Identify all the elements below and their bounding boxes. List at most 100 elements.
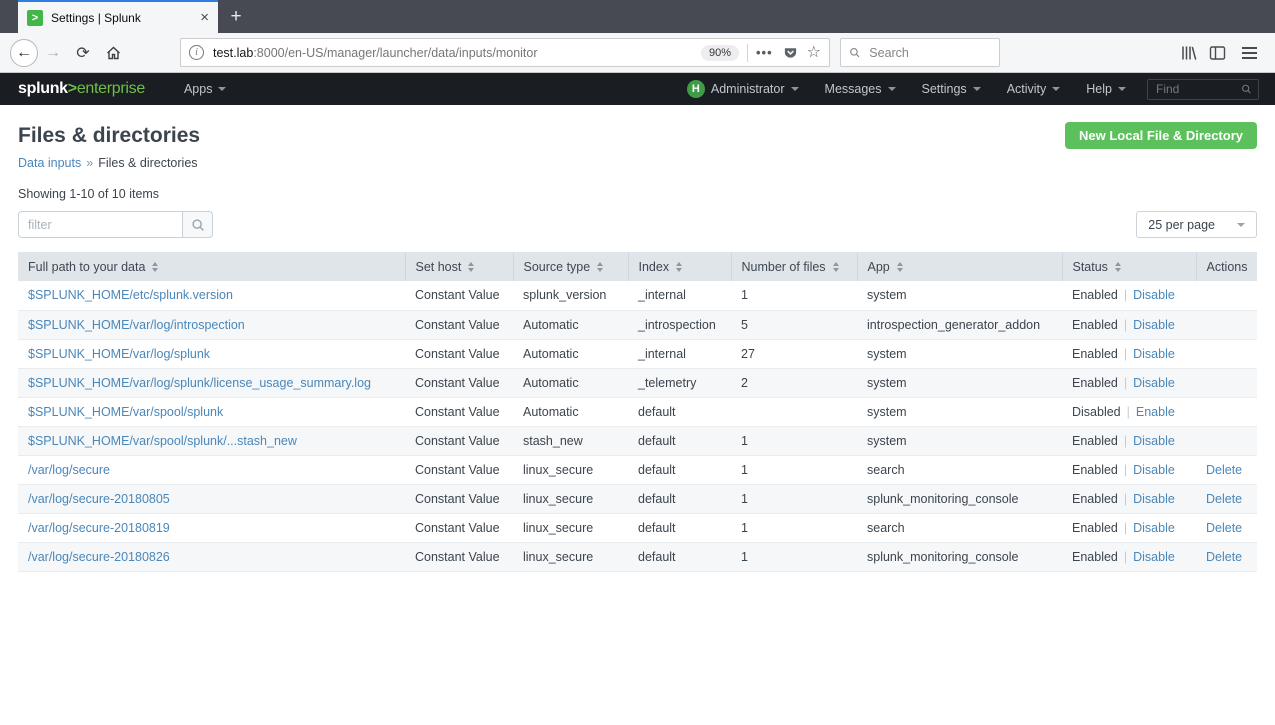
- input-path-link[interactable]: $SPLUNK_HOME/var/spool/splunk/...stash_n…: [28, 434, 297, 448]
- cell-set-host: Constant Value: [405, 542, 513, 571]
- status-toggle-link[interactable]: Disable: [1133, 550, 1175, 564]
- cell-actions: [1196, 397, 1257, 426]
- menu-apps[interactable]: Apps: [171, 73, 240, 105]
- url-bar[interactable]: i test.lab:8000/en-US/manager/launcher/d…: [180, 38, 830, 67]
- cell-number-of-files: 1: [731, 281, 857, 310]
- tab-close-icon[interactable]: ×: [200, 10, 209, 25]
- status-separator: |: [1124, 463, 1127, 477]
- delete-link[interactable]: Delete: [1206, 463, 1242, 477]
- filter-search-button[interactable]: [182, 211, 213, 238]
- cell-actions: Delete: [1196, 484, 1257, 513]
- sort-icon: [676, 262, 682, 272]
- col-header-index[interactable]: Index: [628, 252, 731, 281]
- chevron-down-icon: [1237, 223, 1245, 227]
- input-path-link[interactable]: $SPLUNK_HOME/var/log/splunk/license_usag…: [28, 376, 371, 390]
- bookmark-star-icon[interactable]: ☆: [807, 45, 821, 61]
- table-row: /var/log/secure-20180819 Constant Valueli…: [18, 513, 1257, 542]
- per-page-dropdown[interactable]: 25 per page: [1136, 211, 1257, 238]
- browser-search-input[interactable]: [867, 45, 991, 61]
- menu-activity[interactable]: Activity: [994, 73, 1074, 105]
- input-path-link[interactable]: $SPLUNK_HOME/var/log/splunk: [28, 347, 210, 361]
- browser-search-box[interactable]: [840, 38, 1000, 67]
- menu-settings[interactable]: Settings: [909, 73, 994, 105]
- col-header-source-type[interactable]: Source type: [513, 252, 628, 281]
- menu-hamburger-icon[interactable]: [1238, 43, 1261, 63]
- inputs-table-body: $SPLUNK_HOME/etc/splunk.version Constant …: [18, 281, 1257, 571]
- sort-up-arrow: [897, 262, 903, 266]
- input-path-link[interactable]: /var/log/secure-20180826: [28, 550, 170, 564]
- refresh-button[interactable]: ⟳: [68, 38, 98, 68]
- cell-actions: Delete: [1196, 513, 1257, 542]
- find-input[interactable]: [1154, 81, 1241, 97]
- status-toggle-link[interactable]: Disable: [1133, 318, 1175, 332]
- new-local-file-directory-button[interactable]: New Local File & Directory: [1065, 122, 1257, 149]
- col-header-number-of-files[interactable]: Number of files: [731, 252, 857, 281]
- chevron-down-icon: [888, 87, 896, 91]
- input-path-link[interactable]: /var/log/secure-20180805: [28, 492, 170, 506]
- status-toggle-link[interactable]: Disable: [1133, 347, 1175, 361]
- breadcrumb: Data inputs»Files & directories: [18, 156, 1257, 170]
- cell-source-type: linux_secure: [513, 542, 628, 571]
- input-path-link[interactable]: /var/log/secure: [28, 463, 110, 477]
- cell-index: default: [628, 513, 731, 542]
- status-text: Disabled: [1072, 405, 1121, 419]
- browser-tab[interactable]: > Settings | Splunk ×: [18, 0, 218, 33]
- input-path-link[interactable]: $SPLUNK_HOME/var/log/introspection: [28, 318, 245, 332]
- menu-help[interactable]: Help: [1073, 73, 1139, 105]
- find-box[interactable]: [1147, 79, 1259, 100]
- cell-actions: [1196, 426, 1257, 455]
- breadcrumb-data-inputs-link[interactable]: Data inputs: [18, 156, 81, 170]
- sort-down-arrow: [597, 268, 603, 272]
- cell-set-host: Constant Value: [405, 368, 513, 397]
- status-toggle-link[interactable]: Disable: [1133, 492, 1175, 506]
- status-toggle-link[interactable]: Disable: [1133, 521, 1175, 535]
- page-actions-icon[interactable]: •••: [756, 45, 773, 60]
- forward-button[interactable]: →: [38, 38, 68, 68]
- delete-link[interactable]: Delete: [1206, 550, 1242, 564]
- cell-number-of-files: 1: [731, 484, 857, 513]
- status-text: Enabled: [1072, 434, 1118, 448]
- status-toggle-link[interactable]: Enable: [1136, 405, 1175, 419]
- col-header-actions: Actions: [1196, 252, 1257, 281]
- splunk-logo[interactable]: splunk>enterprise: [18, 80, 145, 98]
- status-toggle-link[interactable]: Disable: [1133, 288, 1175, 302]
- col-header-app[interactable]: App: [857, 252, 1062, 281]
- input-path-link[interactable]: $SPLUNK_HOME/var/spool/splunk: [28, 405, 223, 419]
- home-button[interactable]: [98, 38, 128, 68]
- status-text: Enabled: [1072, 521, 1118, 535]
- cell-set-host: Constant Value: [405, 339, 513, 368]
- back-button[interactable]: ←: [10, 39, 38, 67]
- input-path-link[interactable]: /var/log/secure-20180819: [28, 521, 170, 535]
- filter-input[interactable]: [18, 211, 183, 238]
- col-header-label: Number of files: [742, 260, 826, 274]
- status-toggle-link[interactable]: Disable: [1133, 434, 1175, 448]
- cell-index: default: [628, 426, 731, 455]
- menu-administrator[interactable]: HAdministrator: [674, 73, 812, 105]
- sidebar-toggle-icon[interactable]: [1209, 45, 1226, 61]
- delete-link[interactable]: Delete: [1206, 521, 1242, 535]
- menu-messages[interactable]: Messages: [812, 73, 909, 105]
- input-path-link[interactable]: $SPLUNK_HOME/etc/splunk.version: [28, 288, 233, 302]
- status-toggle-link[interactable]: Disable: [1133, 376, 1175, 390]
- delete-link[interactable]: Delete: [1206, 492, 1242, 506]
- sort-icon: [897, 262, 903, 272]
- cell-index: default: [628, 455, 731, 484]
- status-text: Enabled: [1072, 550, 1118, 564]
- new-tab-button[interactable]: +: [218, 0, 254, 33]
- cell-set-host: Constant Value: [405, 513, 513, 542]
- library-icon[interactable]: [1180, 45, 1197, 61]
- status-toggle-link[interactable]: Disable: [1133, 463, 1175, 477]
- site-info-icon[interactable]: i: [189, 45, 204, 60]
- col-header-full-path-to-your-data[interactable]: Full path to your data: [18, 252, 405, 281]
- col-header-status[interactable]: Status: [1062, 252, 1196, 281]
- sort-icon: [152, 262, 158, 272]
- pocket-icon[interactable]: [783, 45, 798, 60]
- col-header-set-host[interactable]: Set host: [405, 252, 513, 281]
- cell-status: Enabled|Disable: [1062, 310, 1196, 339]
- cell-app: search: [857, 455, 1062, 484]
- cell-actions: [1196, 339, 1257, 368]
- cell-source-type: linux_secure: [513, 513, 628, 542]
- cell-app: system: [857, 339, 1062, 368]
- zoom-level-badge[interactable]: 90%: [701, 45, 739, 61]
- chevron-down-icon: [1118, 87, 1126, 91]
